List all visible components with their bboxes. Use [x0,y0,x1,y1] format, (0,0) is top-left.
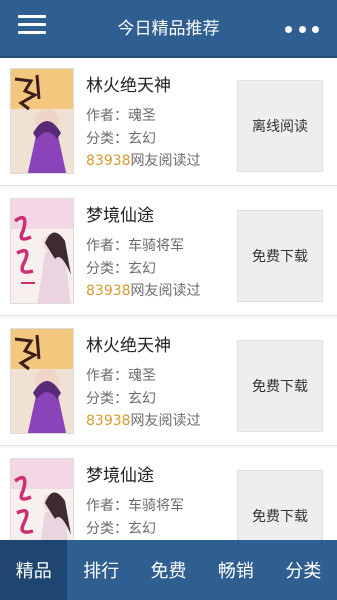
book-author: 作者：魂圣 [86,368,156,384]
book-reads: 83938网友阅读过 [86,150,201,170]
tab-category[interactable]: 分类 [270,540,337,600]
menu-icon[interactable] [18,15,46,43]
tab-bestseller[interactable]: 畅销 [202,540,269,600]
read-suffix: 网友阅读过 [130,283,201,299]
offline-read-button[interactable]: 离线阅读 [237,80,323,172]
tab-free[interactable]: 免费 [135,540,202,600]
cover-illustration [11,199,73,303]
free-download-button[interactable]: 免费下载 [237,470,323,540]
book-cover[interactable] [10,328,74,434]
read-suffix: 网友阅读过 [130,413,201,429]
book-category: 分类：玄幻 [86,521,156,537]
book-item[interactable]: 林火绝天神 作者：魂圣 分类：玄幻 83938网友阅读过 免费下载 [0,318,337,446]
read-count: 83938 [86,283,131,299]
book-cover[interactable] [10,68,74,174]
more-icon[interactable] [285,19,319,39]
cover-illustration [11,329,73,433]
bottom-tab-bar: 精品 排行 免费 畅销 分类 [0,540,337,600]
page-title: 今日精品推荐 [117,19,220,39]
top-bar: 今日精品推荐 [0,0,337,58]
cover-illustration [11,69,73,173]
book-cover[interactable] [10,198,74,304]
book-item[interactable]: 梦境仙途 作者：车骑将军 分类：玄幻 免费下载 [0,448,337,540]
book-title[interactable]: 梦境仙途 [86,461,154,486]
book-reads: 83938网友阅读过 [86,410,201,430]
book-category: 分类：玄幻 [86,391,156,407]
book-category: 分类：玄幻 [86,131,156,147]
book-title[interactable]: 林火绝天神 [86,331,171,356]
book-item[interactable]: 林火绝天神 作者：魂圣 分类：玄幻 83938网友阅读过 离线阅读 [0,58,337,186]
book-reads: 83938网友阅读过 [86,280,201,300]
book-author: 作者：魂圣 [86,108,156,124]
free-download-button[interactable]: 免费下载 [237,340,323,432]
read-count: 83938 [86,153,131,169]
tab-featured[interactable]: 精品 [0,540,68,600]
read-suffix: 网友阅读过 [130,153,201,169]
book-title[interactable]: 林火绝天神 [86,71,171,96]
book-title[interactable]: 梦境仙途 [86,201,154,226]
free-download-button[interactable]: 免费下载 [237,210,323,302]
read-count: 83938 [86,413,131,429]
book-author: 作者：车骑将军 [86,238,184,254]
book-category: 分类：玄幻 [86,261,156,277]
book-author: 作者：车骑将军 [86,498,184,514]
book-cover[interactable] [10,458,74,540]
book-item[interactable]: 梦境仙途 作者：车骑将军 分类：玄幻 83938网友阅读过 免费下载 [0,188,337,316]
book-list: 林火绝天神 作者：魂圣 分类：玄幻 83938网友阅读过 离线阅读 梦境仙途 作… [0,58,337,540]
cover-illustration [11,459,73,540]
tab-ranking[interactable]: 排行 [67,540,134,600]
